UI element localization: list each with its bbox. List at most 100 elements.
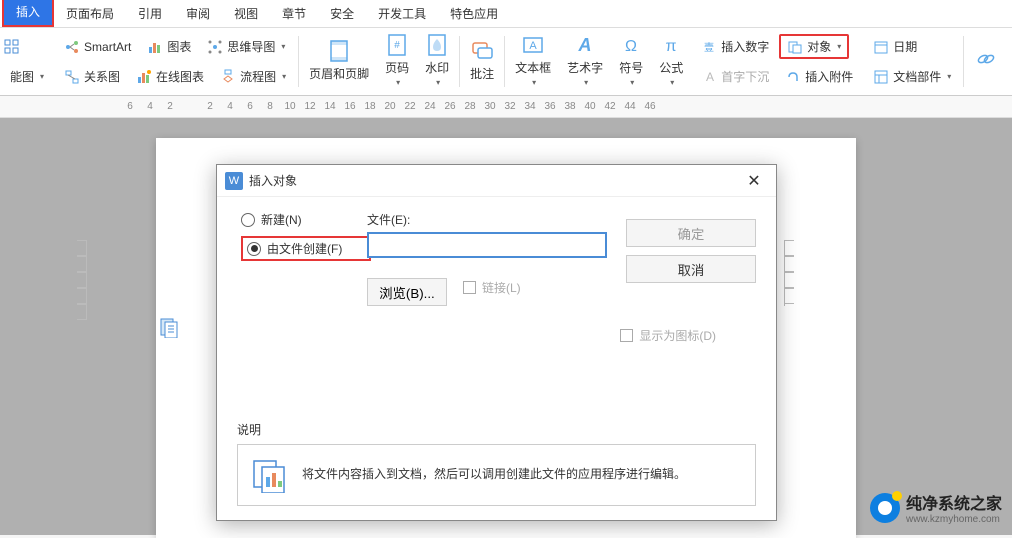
drop-cap-label: 首字下沉 — [721, 68, 769, 85]
page-number-label: 页码 — [385, 59, 409, 76]
dialog-body: 新建(N) 由文件创建(F) 文件(E): 浏览(B)... 链接(L) 确定 … — [217, 197, 776, 520]
textbox-icon: A — [521, 33, 545, 57]
smartart-icon — [64, 39, 80, 55]
symbol-label: 符号 — [619, 59, 643, 76]
show-as-icon-checkbox[interactable]: 显示为图标(D) — [620, 327, 716, 344]
chart-label: 图表 — [167, 38, 191, 55]
svg-text:A: A — [529, 40, 537, 52]
chevron-down-icon: ▾ — [436, 78, 440, 87]
online-chart-button[interactable]: 在线图表 — [130, 66, 210, 87]
ruler-mark: 46 — [640, 101, 660, 112]
table-edge-right — [784, 240, 794, 306]
smartart-label: SmartArt — [84, 40, 131, 54]
drop-cap-button[interactable]: A 首字下沉 — [695, 66, 775, 87]
ruler-mark: 4 — [220, 101, 240, 112]
ribbon: 能图▾ SmartArt 图表 思维导图▾ 关系图 在线图表 流程图▾ 页眉和页… — [0, 28, 1012, 96]
date-icon — [873, 39, 889, 55]
header-footer-label: 页眉和页脚 — [309, 65, 369, 82]
date-button[interactable]: 日期 — [867, 36, 923, 57]
watermark-button[interactable]: 水印▾ — [417, 30, 457, 90]
mindmap-label: 思维导图 — [227, 38, 275, 55]
tab-security[interactable]: 安全 — [318, 0, 366, 27]
symbol-button[interactable]: Ω符号▾ — [611, 30, 651, 90]
funcmap-label: 能图 — [10, 68, 34, 85]
mindmap-button[interactable]: 思维导图▾ — [201, 36, 291, 57]
link-label: 链接(L) — [482, 279, 521, 296]
ruler-mark: 4 — [140, 101, 160, 112]
relation-button[interactable]: 关系图 — [58, 66, 126, 87]
formula-button[interactable]: π公式▾ — [651, 30, 691, 90]
ruler: 6 4 2 2 4 6 8 10 12 14 16 18 20 22 24 26… — [0, 96, 1012, 118]
ruler-mark: 44 — [620, 101, 640, 112]
tab-page-layout[interactable]: 页面布局 — [54, 0, 126, 27]
description-label: 说明 — [237, 421, 756, 438]
funcmap-button[interactable]: 能图▾ — [4, 66, 50, 87]
svg-text:A: A — [578, 35, 592, 55]
drop-cap-icon: A — [701, 69, 717, 85]
svg-text:壹: 壹 — [704, 41, 714, 54]
insert-number-button[interactable]: 壹插入数字 — [695, 36, 775, 57]
tab-insert[interactable]: 插入 — [2, 0, 54, 27]
watermark-icon — [425, 33, 449, 57]
grid-icon — [4, 39, 20, 55]
object-button[interactable]: 对象▾ — [779, 34, 849, 59]
ruler-mark: 26 — [440, 101, 460, 112]
cancel-button[interactable]: 取消 — [626, 255, 756, 283]
dialog-titlebar[interactable]: W 插入对象 ✕ — [217, 165, 776, 197]
description-box: 将文件内容插入到文档，然后可以调用创建此文件的应用程序进行编辑。 — [237, 444, 756, 506]
chart-icon — [147, 39, 163, 55]
show-icon-label: 显示为图标(D) — [639, 327, 716, 344]
textbox-button[interactable]: A文本框▾ — [507, 30, 559, 90]
ruler-mark: 6 — [240, 101, 260, 112]
ruler-mark: 8 — [260, 101, 280, 112]
flowchart-label: 流程图 — [240, 68, 276, 85]
link-checkbox[interactable]: 链接(L) — [463, 279, 521, 296]
doc-parts-button[interactable]: 文档部件▾ — [867, 66, 957, 87]
object-icon — [787, 39, 803, 55]
page-number-icon: # — [385, 33, 409, 57]
chevron-down-icon: ▾ — [532, 78, 536, 87]
chart-button[interactable]: 图表 — [141, 36, 197, 57]
online-chart-label: 在线图表 — [156, 68, 204, 85]
formula-icon: π — [659, 33, 683, 57]
tab-special[interactable]: 特色应用 — [438, 0, 510, 27]
smartart-button[interactable]: SmartArt — [58, 37, 137, 57]
tab-review[interactable]: 审阅 — [174, 0, 222, 27]
attachment-button[interactable]: 插入附件 — [779, 66, 859, 87]
close-button[interactable]: ✕ — [740, 167, 768, 195]
page-number-button[interactable]: #页码▾ — [377, 30, 417, 90]
comment-button[interactable]: 批注 — [462, 30, 502, 90]
chevron-down-icon: ▾ — [947, 72, 951, 81]
tab-reference[interactable]: 引用 — [126, 0, 174, 27]
svg-text:A: A — [706, 70, 714, 84]
radio-from-file[interactable]: 由文件创建(F) — [241, 236, 371, 261]
ruler-mark: 40 — [580, 101, 600, 112]
ruler-mark: 20 — [380, 101, 400, 112]
file-path-input[interactable] — [367, 232, 607, 258]
attachment-icon — [785, 69, 801, 85]
ruler-mark: 30 — [480, 101, 500, 112]
mindmap-icon — [207, 39, 223, 55]
browse-button[interactable]: 浏览(B)... — [367, 278, 447, 306]
insert-number-icon: 壹 — [701, 39, 717, 55]
svg-text:Ω: Ω — [625, 38, 637, 55]
ruler-mark: 10 — [280, 101, 300, 112]
hyperlink-button[interactable] — [966, 30, 1006, 90]
hyperlink-icon — [974, 47, 998, 71]
svg-text:π: π — [666, 38, 677, 55]
header-footer-button[interactable]: 页眉和页脚 — [301, 30, 377, 90]
tab-chapter[interactable]: 章节 — [270, 0, 318, 27]
tab-view[interactable]: 视图 — [222, 0, 270, 27]
watermark-logo: 纯净系统之家 www.kzmyhome.com — [870, 490, 1002, 525]
insert-number-label: 插入数字 — [721, 38, 769, 55]
flowchart-button[interactable]: 流程图▾ — [214, 66, 292, 87]
header-footer-icon — [327, 39, 351, 63]
online-chart-icon — [136, 69, 152, 85]
wordart-button[interactable]: A艺术字▾ — [559, 30, 611, 90]
ruler-mark: 18 — [360, 101, 380, 112]
tab-dev-tools[interactable]: 开发工具 — [366, 0, 438, 27]
chevron-down-icon: ▾ — [670, 78, 674, 87]
ok-button[interactable]: 确定 — [626, 219, 756, 247]
radio-file-label: 由文件创建(F) — [267, 240, 342, 257]
svg-text:#: # — [394, 40, 400, 51]
